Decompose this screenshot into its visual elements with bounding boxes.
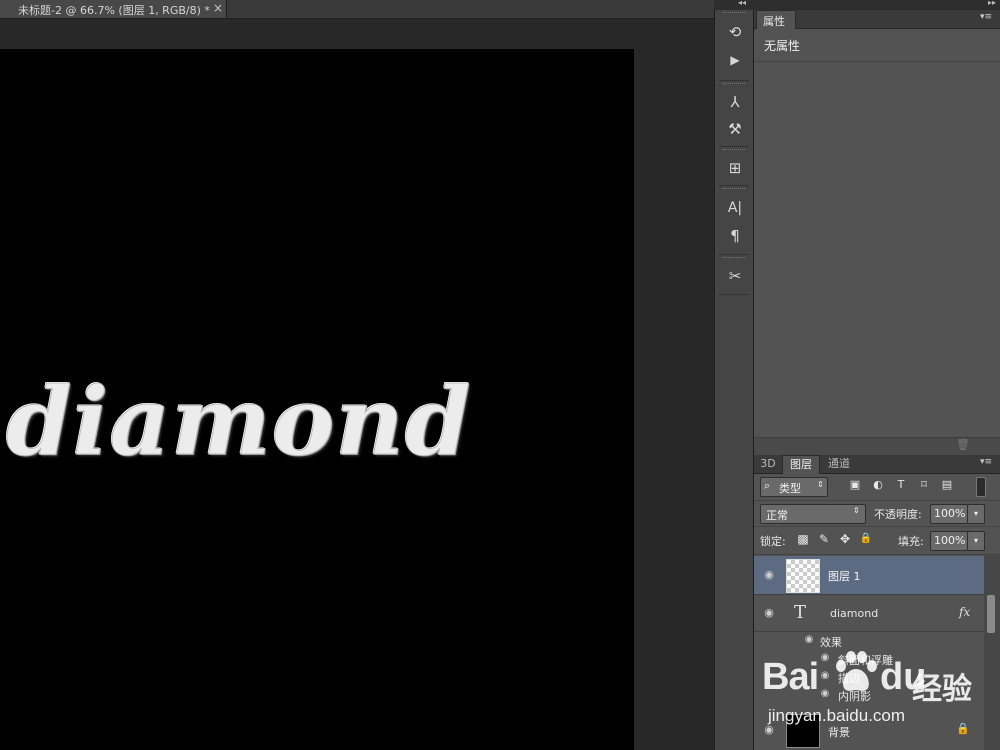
paragraph-icon[interactable]: ¶: [720, 224, 750, 248]
dock-collapse-icon[interactable]: ◂◂: [738, 0, 746, 7]
layers-tab-bar: 3D 图层 通道 ▾≡: [754, 455, 1000, 474]
tab-3d[interactable]: 3D: [756, 455, 780, 473]
tool-presets-icon[interactable]: ✂: [720, 264, 750, 288]
dock-grip[interactable]: [723, 188, 745, 192]
brush-presets-icon[interactable]: ⅄: [720, 90, 750, 114]
chevron-updown-icon: ⇕: [853, 506, 860, 515]
layer-row[interactable]: ◉ 图层 1: [754, 556, 984, 595]
layer-filter-kind-label: 类型: [779, 482, 801, 495]
character-icon[interactable]: A|: [720, 196, 750, 220]
scrollbar-thumb[interactable]: [987, 595, 995, 633]
adjustment-filter-icon[interactable]: ◐: [871, 478, 885, 492]
clone-source-icon[interactable]: ⊞: [720, 156, 750, 180]
text-layer-icon: T: [794, 602, 807, 623]
dock-grip[interactable]: [723, 257, 745, 261]
document-tab[interactable]: 未标题-2 @ 66.7% (图层 1, RGB/8) * ×: [0, 0, 227, 18]
history-icon[interactable]: ⟲: [720, 20, 750, 44]
panel-menu-icon[interactable]: ▾≡: [980, 12, 992, 22]
baidu-paw-icon: [836, 651, 877, 691]
opacity-label: 不透明度:: [874, 508, 922, 521]
layer-thumbnail: [786, 559, 820, 593]
tab-properties-label: 属性: [763, 15, 785, 28]
dock-grip[interactable]: [723, 12, 745, 16]
play-actions-icon[interactable]: ▶: [720, 48, 750, 72]
chevron-updown-icon: ⇕: [817, 480, 824, 489]
document-tab-bar: 未标题-2 @ 66.7% (图层 1, RGB/8) * ×: [0, 0, 714, 19]
layer-filter-kind-select[interactable]: ⌕ 类型 ⇕: [760, 477, 828, 497]
watermark-brand-left: Bai: [762, 656, 819, 698]
fill-value: 100%: [934, 534, 966, 547]
shape-filter-icon[interactable]: ⌑: [917, 478, 931, 492]
blend-mode-value: 正常: [766, 509, 788, 522]
opacity-field[interactable]: 100%: [930, 504, 968, 524]
watermark-brand-cn: 经验: [912, 672, 972, 707]
trash-icon[interactable]: 🗑: [956, 438, 970, 451]
dock-header: [714, 0, 752, 10]
canvas-diamond-text: diamond: [6, 367, 472, 478]
filter-toggle-switch[interactable]: [976, 477, 986, 497]
visibility-eye-icon[interactable]: ◉: [762, 568, 776, 582]
layer-name[interactable]: 图层 1: [828, 568, 861, 584]
panel-menu-icon[interactable]: ▾≡: [980, 457, 992, 467]
lock-position-icon[interactable]: ✥: [838, 532, 852, 546]
layer-name[interactable]: diamond: [830, 607, 878, 620]
panel-dock: ⟲ ▶ ⅄ ⚒ ⊞ A| ¶ ✂: [714, 10, 754, 750]
search-icon: ⌕: [764, 479, 771, 492]
right-panel-header: [752, 0, 1000, 10]
brush-settings-icon[interactable]: ⚒: [720, 117, 750, 141]
expand-panels-icon[interactable]: ▸▸: [988, 0, 996, 7]
dock-grip[interactable]: [723, 83, 745, 87]
tab-channels[interactable]: 通道: [820, 455, 858, 473]
lock-image-pixels-icon[interactable]: ✎: [817, 532, 831, 546]
opacity-slider-button[interactable]: ▾: [967, 504, 985, 524]
properties-empty-text: 无属性: [764, 39, 801, 53]
document-tab-label: 未标题-2 @ 66.7% (图层 1, RGB/8) *: [18, 4, 210, 17]
dock-divider: [719, 254, 749, 255]
tab-layers[interactable]: 图层: [782, 455, 820, 474]
lock-transparent-pixels-icon[interactable]: ▩: [796, 532, 810, 546]
lock-label: 锁定:: [760, 535, 786, 548]
visibility-eye-icon[interactable]: ◉: [762, 606, 776, 620]
properties-panel: 无属性: [754, 29, 1000, 437]
divider: [754, 554, 1000, 555]
dock-divider: [719, 294, 749, 295]
blend-mode-select[interactable]: 正常 ⇕: [760, 504, 866, 524]
dock-divider: [719, 146, 749, 147]
watermark-url: jingyan.baidu.com: [768, 706, 906, 725]
smart-object-filter-icon[interactable]: ▤: [940, 478, 954, 492]
properties-footer: 🗑: [754, 437, 1000, 455]
baidu-jingyan-watermark: Bai du 经验 jingyan.baidu.com: [762, 636, 998, 748]
divider: [754, 526, 1000, 527]
canvas[interactable]: diamond: [0, 49, 634, 750]
fill-field[interactable]: 100%: [930, 531, 968, 551]
divider: [754, 500, 1000, 501]
fill-label: 填充:: [898, 535, 924, 548]
type-filter-icon[interactable]: T: [894, 478, 908, 492]
close-icon[interactable]: ×: [213, 1, 223, 15]
fx-icon[interactable]: fx: [959, 605, 970, 619]
properties-tab-bar: 属性 ▾≡: [754, 10, 1000, 29]
dock-divider: [719, 80, 749, 81]
fill-slider-button[interactable]: ▾: [967, 531, 985, 551]
pixel-filter-icon[interactable]: ▣: [848, 478, 862, 492]
opacity-value: 100%: [934, 507, 966, 520]
lock-all-icon[interactable]: 🔒: [859, 532, 873, 546]
tab-properties[interactable]: 属性: [756, 10, 796, 29]
properties-title-row: 无属性: [754, 29, 1000, 62]
dock-divider: [719, 185, 749, 186]
dock-grip[interactable]: [723, 149, 745, 153]
layer-row[interactable]: ◉ T diamond fx: [754, 595, 984, 632]
